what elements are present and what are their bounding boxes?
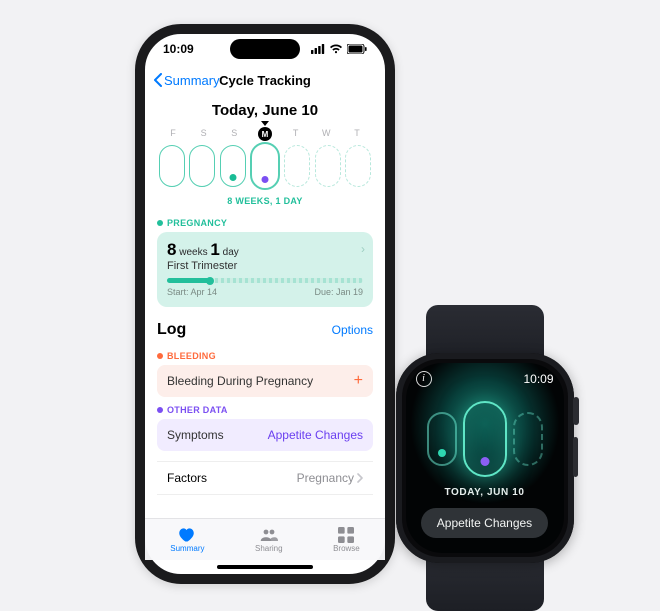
phone-screen: Summary Cycle Tracking Today, June 10 F … (145, 66, 385, 560)
watch-cycle-strip[interactable] (427, 401, 543, 477)
battery-icon (347, 44, 367, 54)
bleeding-row-label: Bleeding During Pregnancy (167, 374, 313, 388)
iphone-device: 10:09 Summary Cycle Tracking Today, June… (135, 24, 395, 584)
back-label: Summary (164, 73, 220, 88)
symptoms-row[interactable]: Symptoms Appetite Changes (157, 419, 373, 451)
log-dot-teal (438, 449, 446, 457)
grid-icon (337, 527, 355, 543)
people-icon (260, 527, 278, 543)
start-date: Start: Apr 14 (167, 287, 217, 297)
bleeding-section-label: BLEEDING (157, 351, 373, 361)
due-date: Due: Jan 19 (314, 287, 363, 297)
side-button[interactable] (573, 437, 578, 477)
dynamic-island (230, 39, 300, 59)
day-letters-row: F S S M T W T (157, 128, 373, 141)
log-dot-violet (261, 176, 268, 183)
status-icons (311, 44, 367, 54)
log-dot-violet (480, 457, 489, 466)
watch-day-pill[interactable] (427, 412, 457, 466)
progress-fill (167, 278, 210, 283)
watch-day-pill-future[interactable] (513, 412, 543, 466)
day-letter: S (190, 128, 218, 141)
weeks-line: 8 WEEKS, 1 DAY (157, 196, 373, 206)
log-header: Log Options (157, 321, 373, 339)
plus-icon[interactable]: + (354, 375, 363, 387)
watch-time: 10:09 (523, 372, 553, 386)
watch-status-bar: i 10:09 (416, 371, 554, 387)
chevron-right-icon: › (361, 242, 365, 256)
heart-icon (178, 527, 196, 543)
watch-case: i 10:09 TODAY, JUN 10 Appetite Changes (396, 353, 574, 563)
home-indicator[interactable] (217, 565, 313, 569)
tab-label: Summary (170, 544, 204, 553)
pregnancy-card[interactable]: › 8 weeks 1 day First Trimester Start: A… (157, 232, 373, 307)
nav-bar: Summary Cycle Tracking (145, 66, 385, 94)
cycle-day-pill-future[interactable] (345, 145, 371, 187)
watch-log-button[interactable]: Appetite Changes (421, 508, 548, 538)
cycle-day-pill[interactable] (159, 145, 185, 187)
cycle-day-pill-future[interactable] (284, 145, 310, 187)
symptoms-label: Symptoms (167, 428, 224, 442)
back-button[interactable]: Summary (153, 73, 220, 88)
chevron-right-icon (357, 473, 363, 483)
today-heading: Today, June 10 (157, 102, 373, 119)
day-letter: F (159, 128, 187, 141)
cycle-day-pill[interactable] (189, 145, 215, 187)
pregnancy-progress (167, 278, 363, 283)
day-letter: T (282, 128, 310, 141)
day-letter: S (220, 128, 248, 141)
tab-summary[interactable]: Summary (170, 527, 204, 553)
watch-screen: i 10:09 TODAY, JUN 10 Appetite Changes (406, 363, 564, 553)
cycle-day-pill-today[interactable] (250, 142, 280, 190)
digital-crown[interactable] (573, 397, 579, 425)
dot-icon (157, 220, 163, 226)
day-letter: W (312, 128, 340, 141)
cycle-day-pill-future[interactable] (315, 145, 341, 187)
nav-title: Cycle Tracking (219, 73, 311, 88)
today-dot: M (258, 127, 272, 141)
progress-knob (206, 277, 214, 285)
log-title: Log (157, 321, 186, 339)
options-button[interactable]: Options (332, 323, 373, 337)
factors-row[interactable]: Factors Pregnancy (157, 461, 373, 495)
pregnancy-section-label: PREGNANCY (157, 218, 373, 228)
watch-today-label: TODAY, JUN 10 (444, 487, 524, 498)
cellular-icon (311, 44, 325, 54)
factors-label: Factors (167, 471, 207, 485)
caret-down-icon (261, 121, 269, 126)
symptoms-value: Appetite Changes (268, 428, 363, 442)
info-icon[interactable]: i (416, 371, 432, 387)
wifi-icon (329, 44, 343, 54)
dot-icon (157, 407, 163, 413)
content: Today, June 10 F S S M T W T 8 WEEKS, (145, 94, 385, 518)
cycle-day-strip[interactable] (157, 145, 373, 190)
dot-icon (157, 353, 163, 359)
status-time: 10:09 (163, 42, 194, 56)
tab-sharing[interactable]: Sharing (255, 527, 283, 553)
apple-watch-device: i 10:09 TODAY, JUN 10 Appetite Changes (387, 305, 582, 611)
tab-label: Sharing (255, 544, 283, 553)
tab-bar: Summary Sharing Browse (145, 518, 385, 560)
pregnancy-dates: Start: Apr 14 Due: Jan 19 (167, 287, 363, 297)
day-letter: T (343, 128, 371, 141)
watch-day-pill-today[interactable] (463, 401, 507, 477)
factors-value: Pregnancy (297, 471, 363, 485)
tab-label: Browse (333, 544, 360, 553)
bleeding-row[interactable]: Bleeding During Pregnancy + (157, 365, 373, 397)
pregnancy-duration: 8 weeks 1 day (167, 240, 363, 260)
log-dot-teal (229, 174, 236, 181)
day-today-marker: M (251, 128, 279, 141)
trimester-label: First Trimester (167, 260, 363, 272)
tab-browse[interactable]: Browse (333, 527, 360, 553)
other-data-section-label: OTHER DATA (157, 405, 373, 415)
chevron-left-icon (153, 73, 162, 87)
cycle-day-pill[interactable] (220, 145, 246, 187)
